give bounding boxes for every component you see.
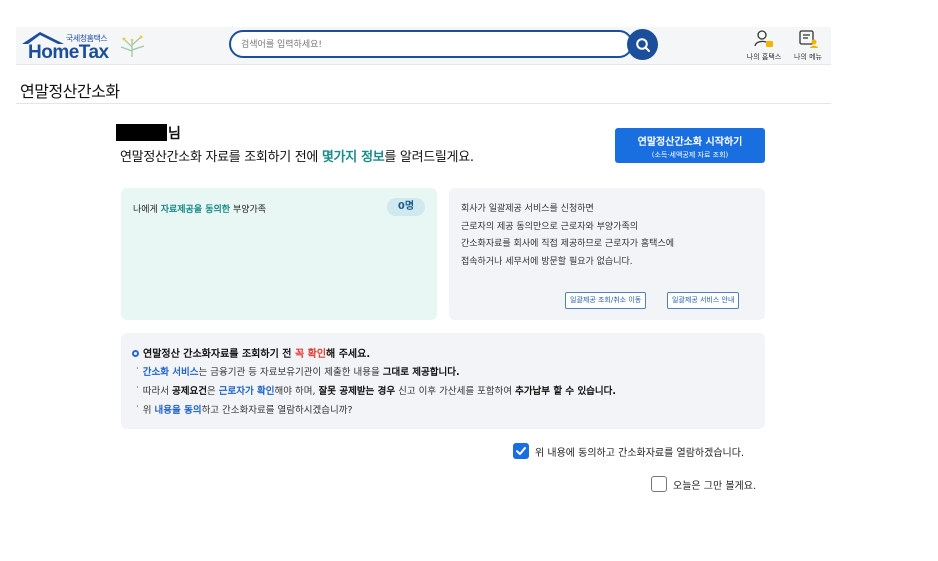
l2-h: 추가납부 할 수 있습니다. [515,386,617,397]
l2-f: 잘못 공제받는 경우 [318,386,396,397]
hide-today-checkbox-row[interactable]: 오늘은 그만 볼게요. [651,476,756,492]
search-icon [635,37,650,52]
l2-e: 해야 하며, [274,386,319,397]
agree-checkbox-label[interactable]: 위 내용에 동의하고 간소화자료를 열람하겠습니다. [535,444,744,459]
hide-today-label[interactable]: 오늘은 그만 볼게요. [673,477,756,492]
l2-a: 따라서 [142,386,173,397]
my-menu-button[interactable]: 나의 메뉴 [788,29,828,63]
start-simplified-service-button[interactable]: 연말정산간소화 시작하기 (소득·세액공제 자료 조회) [615,128,765,163]
check-icon [516,447,526,455]
heading-after: 해 주세요. [326,349,371,360]
l3-b: 내용을 동의 [154,405,202,416]
search-button[interactable] [627,29,658,60]
my-hometax-button[interactable]: 나의 홈택스 [744,29,784,63]
l2-g: 신고 이후 가산세를 포함하여 [395,386,516,397]
heading-before: 연말정산 간소화자료를 조회하기 전 [143,349,295,360]
bulk-desc-line: 간소화자료를 회사에 직접 제공하므로 근로자가 홈택스에 [461,239,675,249]
honorific-suffix: 님 [168,126,181,142]
agree-checkbox-row[interactable]: 위 내용에 동의하고 간소화자료를 열람하겠습니다. [513,443,744,459]
user-lock-icon [754,30,773,47]
bullet-mark: ˙ [135,386,143,397]
notice-heading: 연말정산 간소화자료를 조회하기 전 꼭 확인해 주세요. [132,345,370,360]
label-emphasis: 자료제공을 동의한 [160,205,231,215]
label-after: 부양가족 [230,205,267,215]
start-button-sublabel: (소득·세액공제 자료 조회) [651,151,729,159]
intro-after: 를 알려드릴게요. [384,150,474,165]
menu-user-icon [799,30,818,48]
consented-dependents-panel: 나에게 자료제공을 동의한 부양가족 0명 [121,188,437,320]
l2-c: 은 [207,386,219,397]
bulk-desc-line: 접속하거나 세무서에 방문할 필요가 없습니다. [461,256,633,267]
page-title: 연말정산간소화 [20,82,120,101]
bulk-inquiry-cancel-button[interactable]: 일괄제공 조회/취소 이동 [565,292,647,309]
title-divider [16,103,831,104]
l2-b: 공제요건 [172,386,207,397]
bullet-mark: ˙ [135,367,143,378]
logo-title: HomeTax [28,42,109,63]
bulk-desc-line: 근로자의 제공 동의만으로 근로자와 부양가족의 [461,221,639,232]
intro-text: 연말정산간소화 자료를 조회하기 전에 몇가지 정보를 알려드릴게요. [120,146,474,165]
intro-before: 연말정산간소화 자료를 조회하기 전에 [120,150,322,165]
notice-box: 연말정산 간소화자료를 조회하기 전 꼭 확인해 주세요. ˙ 간소화 서비스는… [121,333,765,429]
l1-bold: 그대로 제공합니다. [382,367,460,378]
dependents-count-badge[interactable]: 0명 [387,198,425,216]
l1-mid: 는 금융기관 등 자료보유기관이 제출한 내용을 [198,367,383,378]
search-input[interactable] [241,36,611,53]
l3-c: 하고 간소화자료를 열람하시겠습니까? [201,405,353,416]
bullet-circle-icon [132,350,139,357]
bullet-mark: ˙ [135,405,143,416]
notice-line-3: ˙ 위 내용을 동의하고 간소화자료를 열람하시겠습니까? [135,402,353,416]
bulk-provision-panel: 회사가 일괄제공 서비스를 신청하면 근로자의 제공 동의만으로 근로자와 부양… [449,188,765,320]
agree-checkbox[interactable] [513,443,529,459]
leaf-decoration-icon [120,35,145,57]
l3-a: 위 [142,405,155,416]
user-name-redacted [116,124,167,141]
l1-blue: 간소화 서비스 [142,367,199,378]
start-button-label: 연말정산간소화 시작하기 [637,137,743,148]
notice-line-1: ˙ 간소화 서비스는 금융기관 등 자료보유기관이 제출한 내용을 그대로 제공… [135,364,460,378]
label-before: 나에게 [133,205,161,215]
bulk-provision-description: 회사가 일괄제공 서비스를 신청하면 근로자의 제공 동의만으로 근로자와 부양… [461,201,674,271]
hometax-logo[interactable]: 국세청홈택스 HomeTax [20,29,150,63]
search-box [229,30,633,58]
intro-emphasis: 몇가지 정보 [321,150,385,165]
l2-d: 근로자가 확인 [218,386,275,397]
bulk-desc-line: 회사가 일괄제공 서비스를 신청하면 [461,204,594,214]
notice-line-2: ˙ 따라서 공제요건은 근로자가 확인해야 하며, 잘못 공제받는 경우 신고 … [135,383,616,397]
hide-today-checkbox[interactable] [651,476,667,492]
bulk-service-guide-button[interactable]: 일괄제공 서비스 안내 [667,292,740,309]
heading-red: 꼭 확인 [294,349,327,360]
top-header: 국세청홈택스 HomeTax 나의 홈택스 나의 [16,27,831,65]
my-menu-label: 나의 메뉴 [794,53,822,61]
consented-dependents-label: 나에게 자료제공을 동의한 부양가족 [133,202,266,215]
